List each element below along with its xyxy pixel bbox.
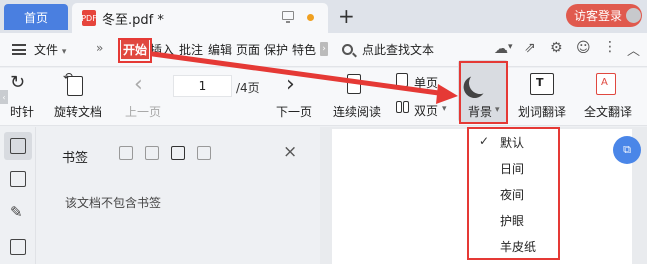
menu-tab-protect[interactable]: 保护	[264, 41, 288, 58]
background-dropdown: ✓ 默认 日间 夜间 护眼 羊皮纸	[467, 127, 560, 260]
bookmark-panel: 书签 × 该文档不包含书签	[37, 127, 320, 264]
add-bookmark-icon[interactable]	[119, 146, 133, 160]
continuous-reading-icon[interactable]	[347, 74, 361, 94]
document-title: 冬至.pdf *	[102, 12, 164, 28]
guest-login-button[interactable]: 访客登录	[566, 4, 642, 27]
cloud-icon[interactable]: ☁	[494, 41, 508, 57]
menu-tab-page[interactable]: 页面	[236, 41, 260, 58]
highlight-box-background	[459, 61, 508, 124]
menu-scroll-right-icon[interactable]: ›	[320, 42, 328, 56]
avatar	[626, 8, 642, 23]
new-tab-button[interactable]: +	[338, 3, 355, 29]
collapse-ribbon-icon[interactable]: ︿	[627, 40, 640, 59]
pdf-file-icon: PDF	[81, 10, 97, 26]
add-sub-bookmark-icon[interactable]	[145, 146, 159, 160]
menu-tab-feature[interactable]: 特色	[292, 41, 316, 58]
check-icon: ✓	[479, 134, 490, 148]
continuous-reading-label[interactable]: 连续阅读	[333, 103, 381, 120]
thumbnail-icon[interactable]	[10, 171, 26, 187]
prev-page-icon[interactable]: ‹	[134, 74, 143, 96]
next-page-icon[interactable]: ›	[286, 74, 295, 96]
tab-home[interactable]: 首页	[4, 4, 68, 30]
tab-document[interactable]: PDF 冬至.pdf *	[72, 3, 328, 33]
login-label: 访客登录	[574, 9, 623, 23]
rotate-clockwise-icon[interactable]: ↻	[10, 72, 25, 93]
background-option-parchment[interactable]: 羊皮纸	[469, 233, 558, 259]
single-page-icon[interactable]	[396, 73, 408, 87]
rotate-arrow-icon: ↶	[63, 70, 74, 84]
double-page-icon[interactable]	[396, 101, 402, 113]
left-sidebar: ✎	[0, 127, 36, 264]
share-icon[interactable]: ⇗	[524, 40, 536, 56]
file-menu[interactable]: 文件 ▾	[34, 41, 66, 58]
double-page-icon-right	[403, 101, 409, 113]
menu-tab-annotate[interactable]: 批注	[179, 41, 203, 58]
full-translate-label[interactable]: 全文翻译	[584, 103, 632, 120]
close-icon[interactable]: ×	[283, 142, 297, 162]
rotate-document-label[interactable]: 旋转文档	[54, 103, 102, 120]
prev-page-label[interactable]: 上一页	[125, 103, 161, 120]
single-page-label[interactable]: 单页	[414, 74, 438, 91]
word-translate-label[interactable]: 划词翻译	[518, 103, 566, 120]
rotate-clockwise-label[interactable]: 时针	[10, 103, 34, 120]
background-option-default[interactable]: ✓ 默认	[469, 129, 558, 155]
option-label: 日间	[500, 161, 525, 176]
background-option-night[interactable]: 夜间	[469, 181, 558, 207]
double-page-label[interactable]: 双页	[414, 102, 438, 119]
settings-icon[interactable]: ⚙	[550, 40, 563, 56]
more-icon[interactable]: ⋮	[603, 39, 617, 55]
highlight-box-start	[118, 38, 152, 63]
next-page-label[interactable]: 下一页	[276, 103, 312, 120]
bookmark-empty-message: 该文档不包含书签	[65, 196, 162, 210]
page-total: /4页	[236, 81, 260, 95]
attachment-icon[interactable]	[10, 239, 26, 255]
toolbar-scroll-left-icon[interactable]: ‹	[0, 90, 8, 104]
tab-bar: 首页 PDF 冬至.pdf * + 访客登录	[0, 0, 647, 33]
word-translate-glyph: T	[536, 76, 544, 89]
bookmark-flag-icon[interactable]	[197, 146, 211, 160]
ribbon-toolbar: ‹ ↻ 时针 ↶ 旋转文档 ‹ 上一页 1 /4页 › 下一页 连续阅读 单页 …	[0, 68, 647, 126]
option-label: 夜间	[500, 187, 525, 202]
menu-tab-edit[interactable]: 编辑	[208, 41, 232, 58]
option-label: 护眼	[500, 213, 525, 228]
option-label: 默认	[500, 135, 525, 150]
bookmark-list-icon[interactable]	[10, 138, 26, 154]
menu-tab-insert[interactable]: 插入	[150, 41, 174, 58]
search-icon[interactable]	[342, 44, 353, 55]
background-option-day[interactable]: 日间	[469, 155, 558, 181]
bookmark-edit-icon[interactable]	[171, 146, 185, 160]
comment-icon[interactable]: ☺	[576, 40, 591, 56]
background-option-eye-care[interactable]: 护眼	[469, 207, 558, 233]
full-translate-glyph: A	[601, 77, 608, 88]
bookmark-title: 书签	[62, 151, 89, 166]
find-text-input[interactable]: 点此查找文本	[362, 41, 434, 58]
hamburger-menu-icon[interactable]	[12, 44, 26, 55]
cloud-caret-icon[interactable]: ▾	[508, 42, 513, 52]
option-label: 羊皮纸	[500, 239, 537, 254]
double-page-caret-icon[interactable]: ▾	[442, 104, 447, 114]
monitor-icon[interactable]	[282, 11, 294, 23]
unsaved-dot-icon	[307, 14, 314, 21]
menu-row: 文件 ▾ » 开始 插入 批注 编辑 页面 保护 特色 › 点此查找文本 ☁ ▾…	[0, 33, 647, 67]
menu-overflow-icon[interactable]: »	[96, 41, 103, 55]
annotation-icon[interactable]: ✎	[10, 203, 23, 221]
page-number-input[interactable]: 1	[173, 75, 232, 97]
floating-tool-icon[interactable]: ⧉	[613, 136, 641, 164]
